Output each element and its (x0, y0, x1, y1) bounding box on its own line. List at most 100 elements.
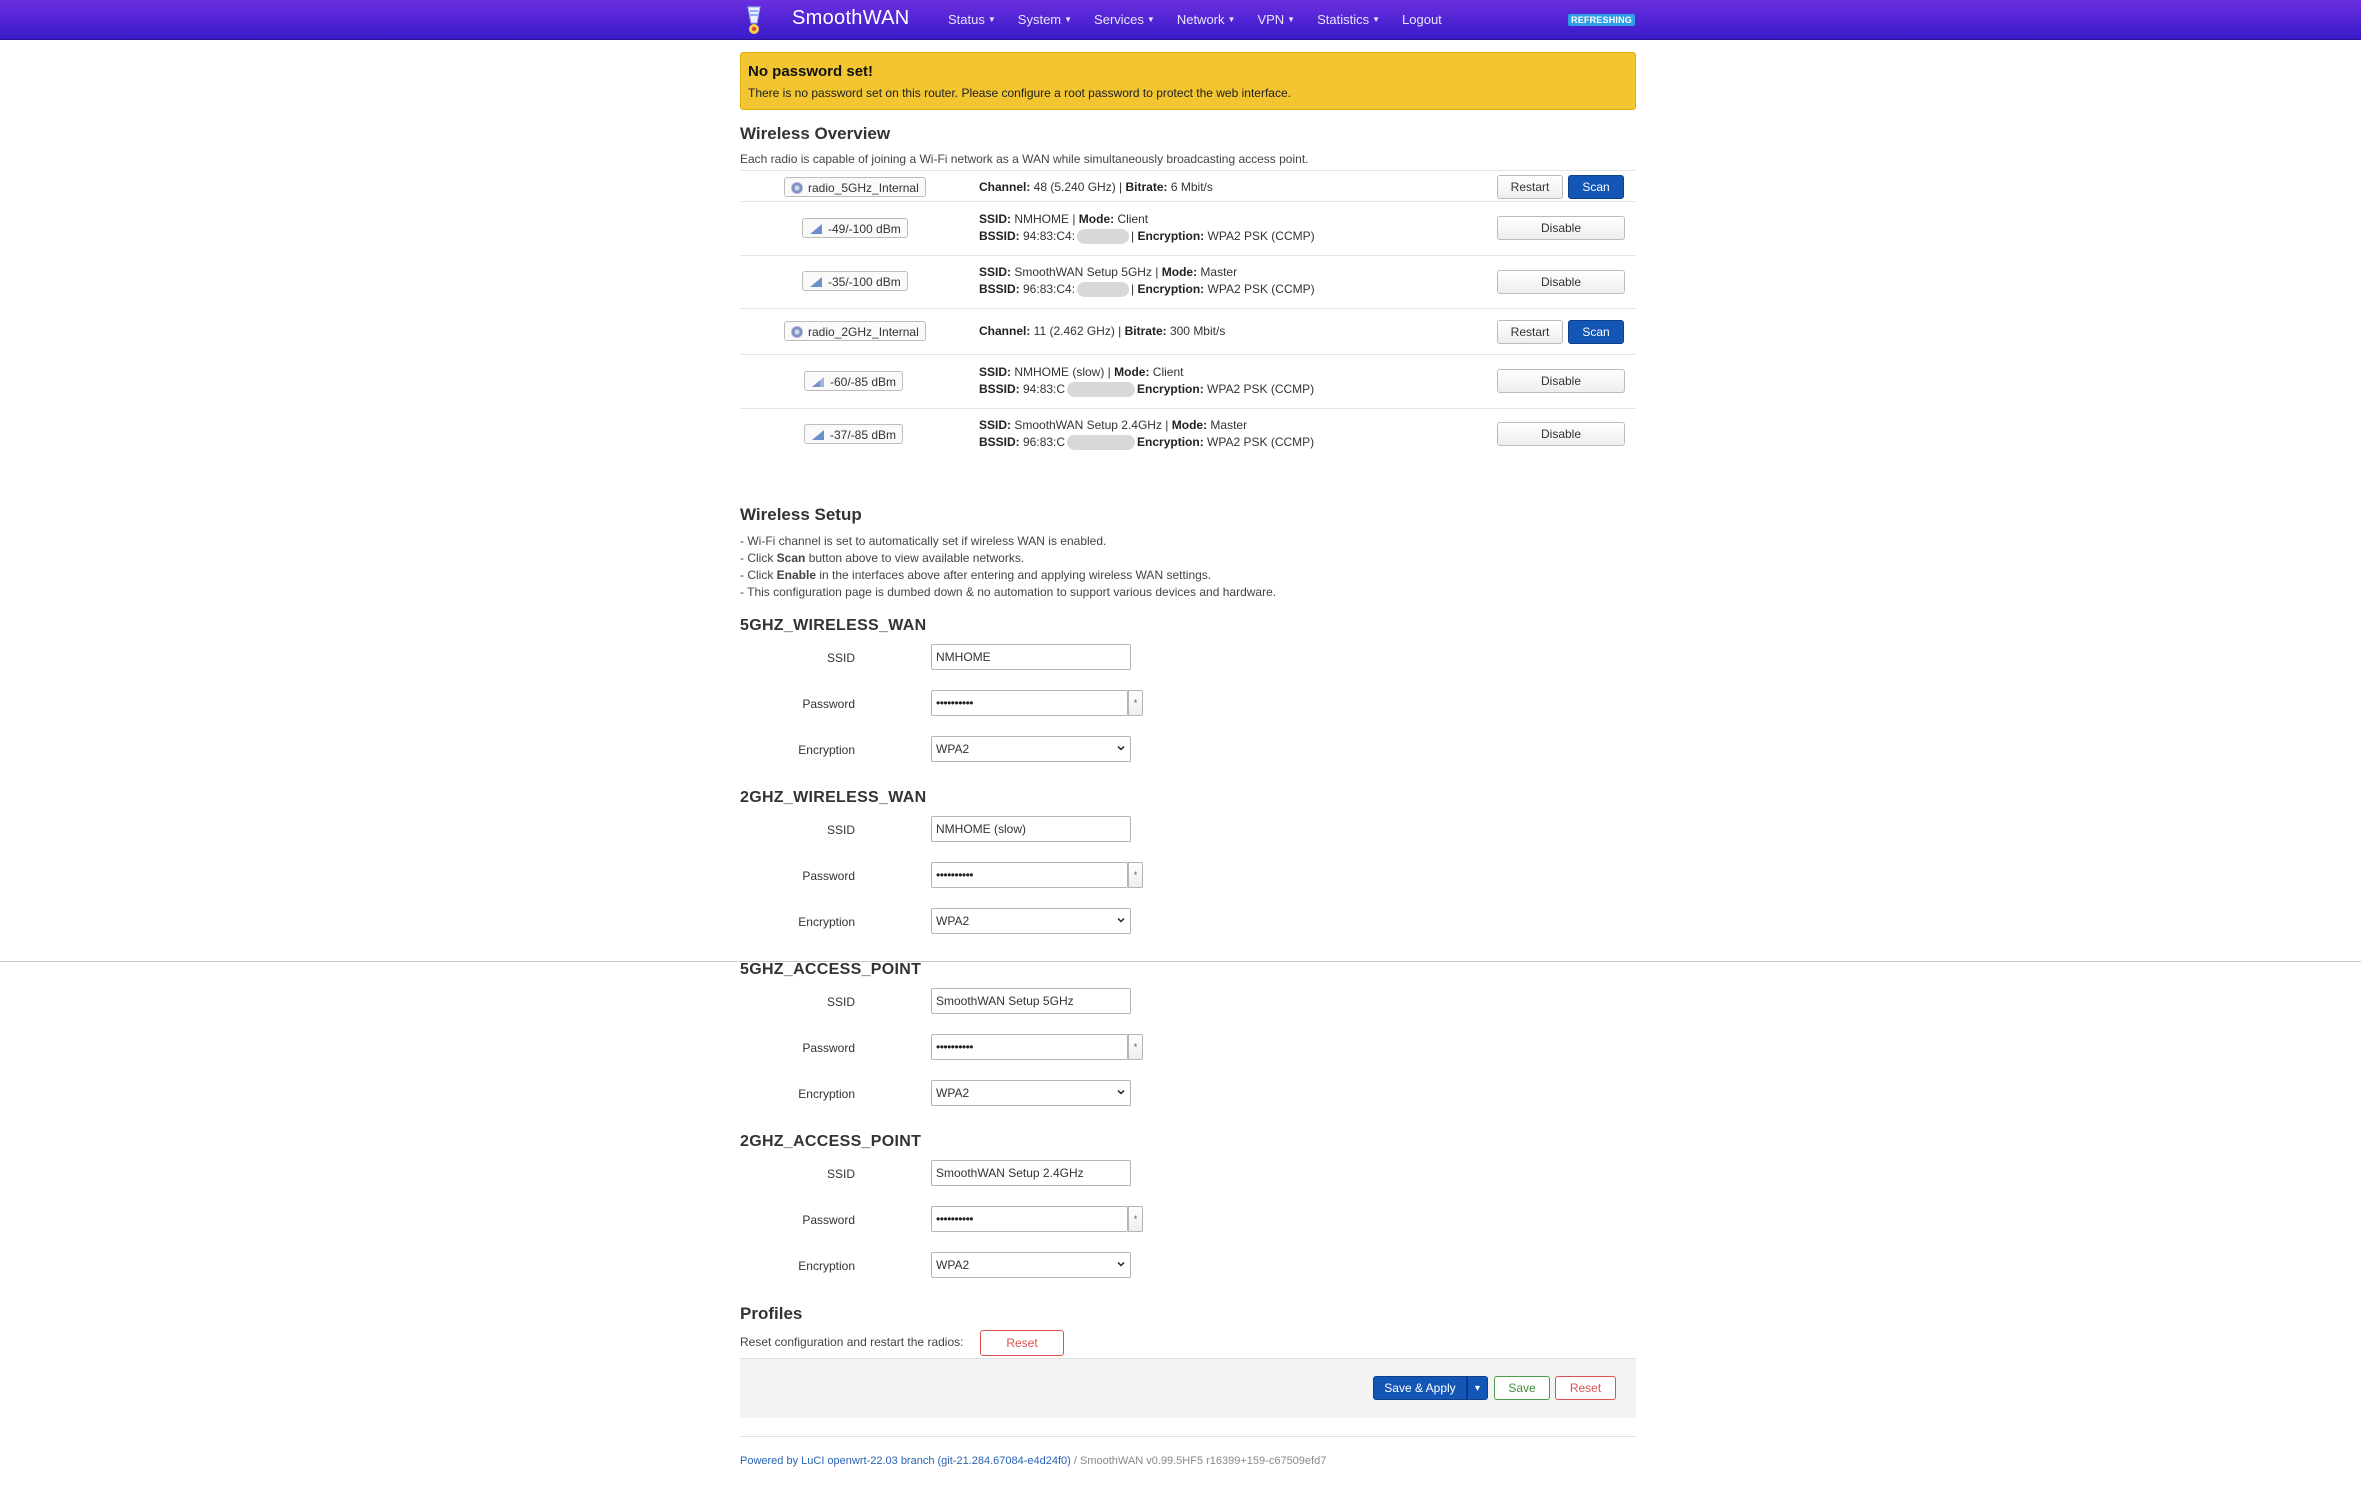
note-text: in the interfaces above after entering a… (816, 568, 1212, 582)
radio-info-5ghz: Channel: 48 (5.240 GHz) | Bitrate: 6 Mbi… (979, 179, 1213, 196)
luci-link[interactable]: Powered by LuCI openwrt-22.03 branch (gi… (740, 1455, 1071, 1467)
nav-services-label: Services (1094, 12, 1144, 27)
nav-statistics[interactable]: Statistics ▼ (1317, 12, 1380, 27)
ssid-value: SmoothWAN Setup 5GHz | (1011, 265, 1162, 279)
encryption-select[interactable]: WPA2 (931, 736, 1131, 762)
caret-down-icon: ▼ (1287, 15, 1296, 24)
restart-button[interactable]: Restart (1497, 320, 1563, 344)
password-input[interactable]: •••••••••• (931, 1034, 1128, 1060)
interface-row: -49/-100 dBm SSID: NMHOME | Mode: Client… (740, 202, 1636, 256)
reset-radios-button[interactable]: Reset (980, 1330, 1064, 1356)
save-apply-button[interactable]: Save & Apply (1373, 1376, 1467, 1400)
encryption-select[interactable]: WPA2 (931, 1080, 1131, 1106)
disable-button[interactable]: Disable (1497, 216, 1625, 240)
main-nav: Status ▼ System ▼ Services ▼ Network ▼ VPN ▼ … (948, 12, 1464, 27)
reveal-password-button[interactable]: * (1128, 1206, 1143, 1232)
chevron-down-icon (1117, 745, 1125, 751)
password-label: Password (802, 1041, 855, 1055)
ssid-label: SSID (826, 651, 855, 665)
version-text: / SmoothWAN v0.99.5HF5 r16399+159-c67509… (1070, 1455, 1327, 1467)
encryption-select[interactable]: WPA2 (931, 1252, 1131, 1278)
form-actions-bar: Save & Apply ▾ Save Reset (740, 1358, 1636, 1418)
reveal-password-button[interactable]: * (1128, 862, 1143, 888)
save-apply-dropdown-button[interactable]: ▾ (1467, 1376, 1488, 1400)
profiles-description: Reset configuration and restart the radi… (740, 1335, 964, 1349)
reveal-password-button[interactable]: * (1128, 1034, 1143, 1060)
smoothwan-logo-icon[interactable] (744, 3, 764, 37)
bitrate-value: 300 Mbit/s (1166, 324, 1226, 338)
footer-divider (740, 1436, 1636, 1437)
top-navbar: SmoothWAN Status ▼ System ▼ Services ▼ Netw… (0, 0, 2361, 40)
bssid-label: BSSID: (979, 382, 1020, 396)
scan-button[interactable]: Scan (1568, 175, 1624, 199)
save-button[interactable]: Save (1494, 1376, 1550, 1400)
ssid-input[interactable]: NMHOME (931, 644, 1131, 670)
mode-label: Mode: (1171, 418, 1208, 432)
ssid-input[interactable]: SmoothWAN Setup 2.4GHz (931, 1160, 1131, 1186)
wireless-overview-title: Wireless Overview (740, 124, 891, 143)
ssid-value: NMHOME (slow) | (1011, 365, 1115, 379)
interface-info: SSID: SmoothWAN Setup 5GHz | Mode: Maste… (979, 265, 1315, 298)
encryption-value: WPA2 (936, 914, 970, 928)
reset-button[interactable]: Reset (1555, 1376, 1616, 1400)
setup-note: - Wi-Fi channel is set to automatically … (740, 533, 1276, 550)
section-title-5ghz-wan: 5GHZ_WIRELESS_WAN (740, 617, 927, 634)
encryption-value: WPA2 PSK (CCMP) (1203, 382, 1315, 396)
caret-down-icon: ▼ (1372, 15, 1381, 24)
interface-row: -37/-85 dBm SSID: SmoothWAN Setup 2.4GHz… (740, 409, 1636, 461)
radio-row-5ghz: radio_5GHz_Internal Channel: 48 (5.240 G… (740, 170, 1636, 202)
bitrate-value: 6 Mbit/s (1167, 180, 1213, 194)
encryption-value: WPA2 PSK (CCMP) (1204, 229, 1315, 243)
ssid-input[interactable]: NMHOME (slow) (931, 816, 1131, 842)
section-title-2ghz-wan: 2GHZ_WIRELESS_WAN (740, 789, 927, 806)
disable-button[interactable]: Disable (1497, 270, 1625, 294)
password-input[interactable]: •••••••••• (931, 862, 1128, 888)
nav-system[interactable]: System ▼ (1018, 12, 1072, 27)
radio-name: radio_2GHz_Internal (808, 325, 919, 339)
disable-button[interactable]: Disable (1497, 422, 1625, 446)
signal-value: -35/-100 dBm (828, 275, 901, 289)
ssid-label: SSID (826, 995, 855, 1009)
note-bold: Enable (776, 568, 817, 582)
wireless-overview-description: Each radio is capable of joining a Wi-Fi… (740, 152, 1309, 166)
signal-value: -60/-85 dBm (830, 375, 897, 389)
bssid-value: 96:83:C (1019, 435, 1066, 449)
encryption-label: Encryption: (1137, 435, 1204, 449)
reveal-password-button[interactable]: * (1128, 690, 1143, 716)
ssid-label: SSID: (979, 365, 1012, 379)
redacted-mask (1077, 229, 1130, 245)
ssid-label: SSID (826, 823, 855, 837)
mode-label: Mode: (1078, 212, 1115, 226)
nav-services[interactable]: Services ▼ (1094, 12, 1155, 27)
brand-name[interactable]: SmoothWAN (792, 7, 910, 30)
interface-info: SSID: NMHOME | Mode: Client BSSID: 94:83… (979, 212, 1315, 245)
nav-vpn[interactable]: VPN ▼ (1257, 12, 1295, 27)
encryption-select[interactable]: WPA2 (931, 908, 1131, 934)
password-input[interactable]: •••••••••• (931, 1206, 1128, 1232)
scan-button[interactable]: Scan (1568, 320, 1624, 344)
nav-logout[interactable]: Logout (1402, 12, 1442, 27)
caret-down-icon: ▼ (987, 15, 996, 24)
nav-system-label: System (1017, 12, 1062, 27)
bssid-label: BSSID: (979, 229, 1020, 243)
nav-status[interactable]: Status ▼ (948, 12, 996, 27)
password-label: Password (802, 1213, 855, 1227)
caret-down-icon: ▼ (1146, 15, 1155, 24)
radio-row-2ghz: radio_2GHz_Internal Channel: 11 (2.462 G… (740, 309, 1636, 355)
nav-network[interactable]: Network ▼ (1177, 12, 1236, 27)
disable-button[interactable]: Disable (1497, 369, 1625, 393)
encryption-value: WPA2 PSK (CCMP) (1204, 282, 1315, 296)
password-input[interactable]: •••••••••• (931, 690, 1128, 716)
redacted-mask (1067, 382, 1136, 398)
restart-button[interactable]: Restart (1497, 175, 1563, 199)
note-text: - This configuration page is dumbed down… (740, 585, 1277, 599)
note-bold: Scan (776, 551, 806, 565)
ssid-value: NMHOME | (1011, 212, 1079, 226)
refreshing-badge[interactable]: REFRESHING (1568, 14, 1636, 26)
wireless-setup-title: Wireless Setup (740, 505, 862, 524)
redacted-mask (1077, 282, 1130, 298)
section-title-2ghz-ap: 2GHZ_ACCESS_POINT (740, 1133, 922, 1150)
signal-badge: -49/-100 dBm (802, 218, 908, 238)
encryption-value: WPA2 (936, 742, 970, 756)
ssid-input[interactable]: SmoothWAN Setup 5GHz (931, 988, 1131, 1014)
